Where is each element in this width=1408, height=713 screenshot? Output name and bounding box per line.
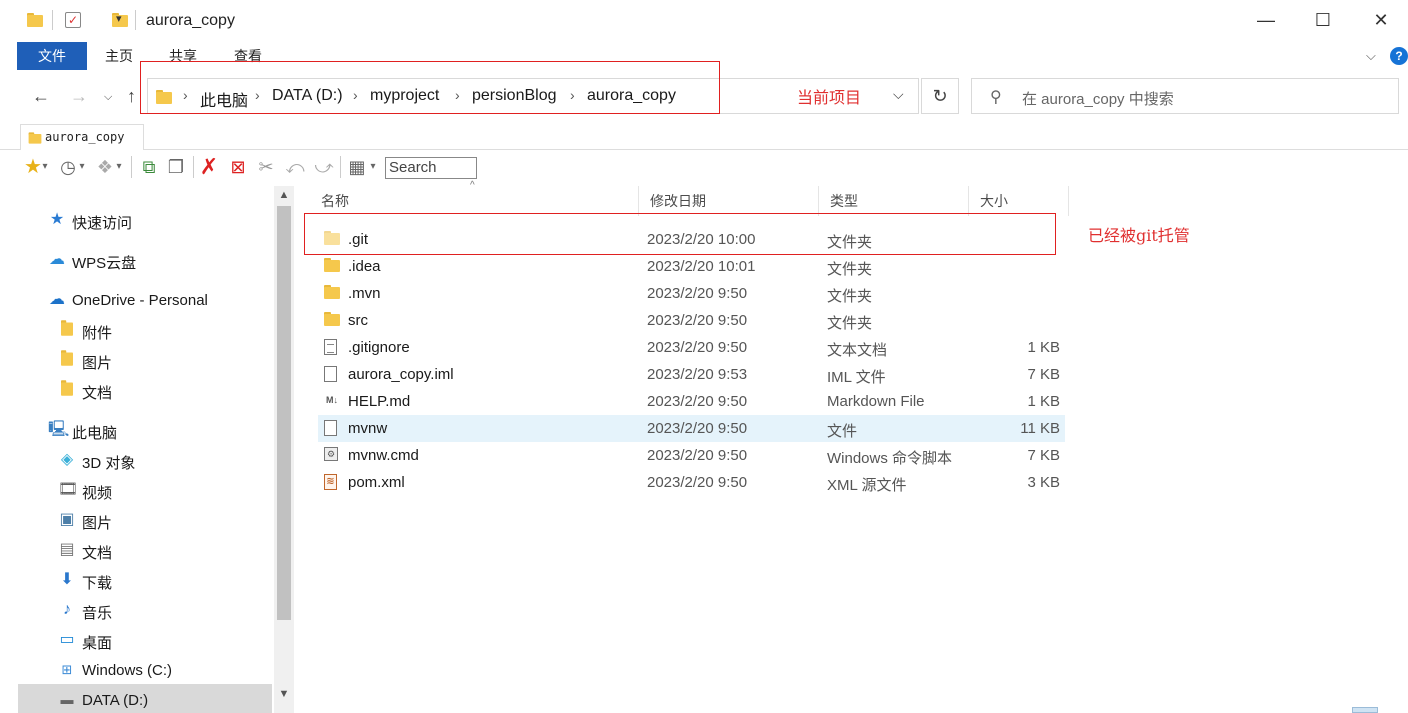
picture-icon: ▣	[59, 511, 75, 528]
windows-logo-icon[interactable]: ❖	[94, 156, 116, 178]
toolbar-search-input[interactable]: Search	[385, 157, 477, 179]
maximize-button[interactable]: ☐	[1311, 10, 1335, 32]
minimize-button[interactable]: —	[1254, 10, 1278, 32]
recent-dropdown-icon[interactable]: ⌵	[104, 91, 112, 104]
folder-icon	[58, 320, 76, 339]
search-placeholder: 在 aurora_copy 中搜索	[1022, 91, 1174, 108]
text-file-icon	[324, 339, 340, 355]
file-icon	[324, 366, 340, 382]
cut-icon[interactable]: ✂	[255, 156, 277, 178]
redo-icon[interactable]: ⤻	[313, 156, 335, 178]
cube-icon: ◈	[60, 451, 74, 468]
cloud-icon: ☁	[49, 291, 65, 308]
history-icon[interactable]: ◷	[57, 156, 79, 178]
dropdown-icon[interactable]: ▾	[40, 156, 50, 178]
table-row[interactable]: ≋ pom.xml 2023/2/20 9:50 XML 源文件 3 KB	[318, 469, 1065, 496]
star-icon: ★	[49, 211, 65, 228]
view-options-icon[interactable]: ▦	[346, 156, 368, 178]
drive-icon: ⊞	[61, 662, 73, 677]
sort-ascending-icon: ^	[470, 180, 475, 191]
cloud-icon: ☁	[49, 251, 65, 268]
dropdown-icon[interactable]: ▾	[114, 156, 124, 178]
scroll-down-icon[interactable]: ▼	[274, 688, 294, 700]
status-corner	[1352, 707, 1378, 713]
folder-icon	[28, 132, 42, 144]
drive-icon: ▬	[60, 692, 74, 707]
file-list: 名称 ^ 修改日期 类型 大小 .git 2023/2/20 10:00 文件夹…	[310, 180, 1070, 713]
column-header-type[interactable]: 类型	[819, 186, 969, 216]
table-row[interactable]: aurora_copy.iml 2023/2/20 9:53 IML 文件 7 …	[318, 361, 1065, 388]
window-title: aurora_copy	[146, 12, 235, 29]
back-arrow-icon[interactable]: ←	[32, 86, 50, 107]
scroll-up-icon[interactable]: ▲	[274, 189, 294, 201]
tab-file[interactable]: 文件	[17, 42, 87, 70]
title-bar: ✓ ▾ aurora_copy — ☐ ✕	[0, 0, 1408, 42]
annotation-git-managed: 已经被git托管	[1088, 226, 1190, 245]
undo-icon[interactable]: ⤺	[284, 156, 306, 178]
table-row[interactable]: .idea 2023/2/20 10:01 文件夹	[318, 253, 1065, 280]
tab-aurora-copy[interactable]: aurora_copy	[20, 124, 144, 150]
refresh-icon: ↻	[932, 86, 948, 106]
folder-icon	[324, 258, 340, 274]
copy-to-icon[interactable]: ❐	[165, 156, 187, 178]
quick-access-dropdown-icon[interactable]: ▾	[116, 12, 122, 25]
music-icon: ♪	[63, 601, 71, 618]
folder-icon	[324, 285, 340, 301]
markdown-icon: M↓	[326, 395, 338, 405]
xml-icon: ≋	[324, 474, 340, 490]
annotation-box-address	[140, 61, 720, 114]
toolbar-divider	[131, 156, 132, 178]
annotation-current-project: 当前项目	[797, 88, 862, 107]
delete-window-icon[interactable]: ⊠	[227, 156, 249, 178]
dropdown-icon[interactable]: ▾	[77, 156, 87, 178]
scroll-thumb[interactable]	[277, 206, 291, 620]
up-arrow-icon[interactable]: ↑	[127, 86, 136, 107]
document-icon: ▤	[59, 541, 75, 558]
toolbar-search-placeholder: Search	[389, 159, 437, 176]
chevron-down-icon[interactable]: ⌵	[1366, 42, 1376, 70]
folder-icon	[27, 13, 43, 27]
toolbar-divider	[340, 156, 341, 178]
table-row[interactable]: mvnw 2023/2/20 9:50 文件 11 KB	[318, 415, 1065, 442]
search-icon: ⚲	[990, 89, 1002, 106]
film-icon: 🎞	[58, 481, 79, 498]
chevron-down-icon[interactable]: ⌵	[893, 86, 904, 103]
tab-label: aurora_copy	[45, 130, 125, 144]
table-row[interactable]: .gitignore 2023/2/20 9:50 文本文档 1 KB	[318, 334, 1065, 361]
folder-icon	[324, 312, 340, 328]
refresh-button[interactable]: ↻	[921, 78, 959, 114]
navigation-pane: ★ 快速访问 ☁ WPS云盘 ☁ OneDrive - Personal 附件 …	[18, 186, 294, 713]
file-icon	[324, 420, 340, 436]
forward-arrow-icon[interactable]: →	[70, 86, 88, 107]
table-row[interactable]: ⚙ mvnw.cmd 2023/2/20 9:50 Windows 命令脚本 7…	[318, 442, 1065, 469]
annotation-box-git	[304, 213, 1056, 255]
toolbar: ★ ▾ ◷ ▾ ❖ ▾ ⧉ ❐ ✗ ⊠ ✂ ⤺ ⤻ ▦ ▾ Search	[0, 152, 1408, 184]
column-header-date[interactable]: 修改日期	[639, 186, 819, 216]
cmd-icon: ⚙	[324, 447, 340, 463]
divider	[52, 10, 53, 30]
properties-checkmark-icon[interactable]: ✓	[65, 12, 81, 28]
search-input[interactable]: ⚲ 在 aurora_copy 中搜索	[971, 78, 1399, 114]
table-row[interactable]: M↓ HELP.md 2023/2/20 9:50 Markdown File …	[318, 388, 1065, 415]
tab-strip: aurora_copy	[0, 124, 1408, 150]
sidebar-scrollbar[interactable]: ▲ ▼	[274, 186, 294, 713]
table-row[interactable]: src 2023/2/20 9:50 文件夹	[318, 307, 1065, 334]
help-button[interactable]: ?	[1390, 47, 1408, 65]
close-button[interactable]: ✕	[1369, 10, 1393, 32]
download-icon: ⬇	[60, 571, 74, 588]
toolbar-divider	[193, 156, 194, 178]
computer-icon: 🖳	[48, 421, 70, 438]
table-row[interactable]: .mvn 2023/2/20 9:50 文件夹	[318, 280, 1065, 307]
folder-icon	[58, 350, 76, 369]
dropdown-icon[interactable]: ▾	[368, 156, 378, 178]
tab-home[interactable]: 主页	[105, 42, 133, 70]
delete-icon[interactable]: ✗	[198, 156, 220, 178]
folder-icon	[58, 380, 76, 399]
desktop-icon: ▭	[59, 631, 75, 648]
divider	[135, 10, 136, 30]
column-header-size[interactable]: 大小	[969, 186, 1069, 216]
move-to-icon[interactable]: ⧉	[138, 156, 160, 178]
